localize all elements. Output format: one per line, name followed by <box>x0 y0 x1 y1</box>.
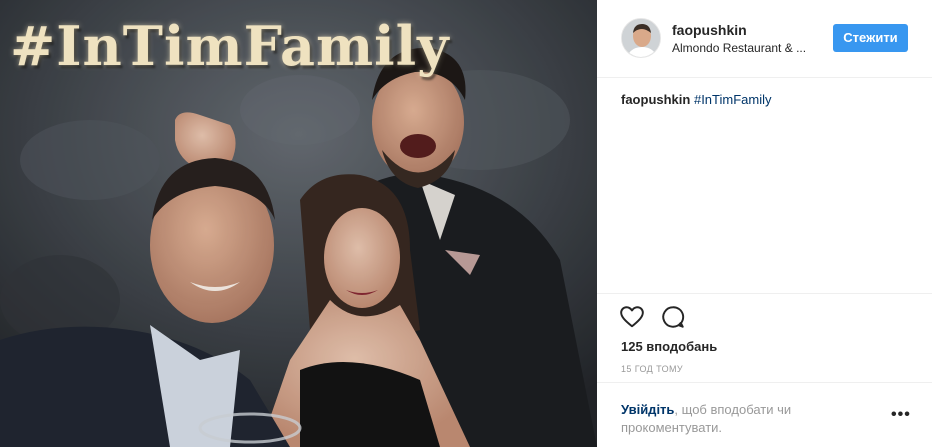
login-prompt: Увійдіть, щоб вподобати чи прокоментуват… <box>621 401 831 437</box>
follow-button[interactable]: Стежити <box>833 24 908 52</box>
post-footer: Увійдіть, щоб вподобати чи прокоментуват… <box>597 382 932 447</box>
more-options-icon[interactable]: ••• <box>891 407 911 423</box>
avatar[interactable] <box>621 18 661 58</box>
caption-hashtag[interactable]: #InTimFamily <box>694 92 772 107</box>
username-link[interactable]: faopushkin <box>672 22 747 38</box>
post-caption: faopushkin #InTimFamily <box>621 92 772 107</box>
comment-icon[interactable] <box>660 304 688 332</box>
post-header: faopushkin Almondo Restaurant & ... Стеж… <box>597 0 932 78</box>
heart-icon-shape <box>620 306 644 328</box>
hashtag-sign: #InTimFamily <box>10 14 450 78</box>
location-link[interactable]: Almondo Restaurant & ... <box>672 41 806 55</box>
post-timestamp[interactable]: 15 ГОД ТОМУ <box>621 364 683 374</box>
login-link[interactable]: Увійдіть <box>621 402 674 417</box>
comment-icon-shape <box>662 306 685 328</box>
caption-username[interactable]: faopushkin <box>621 92 690 107</box>
avatar-image <box>622 19 660 57</box>
post-photo[interactable]: #InTimFamily <box>0 0 597 447</box>
likes-count[interactable]: 125 вподобань <box>621 339 717 354</box>
post-sidebar: faopushkin Almondo Restaurant & ... Стеж… <box>597 0 932 447</box>
heart-icon[interactable] <box>619 304 647 332</box>
